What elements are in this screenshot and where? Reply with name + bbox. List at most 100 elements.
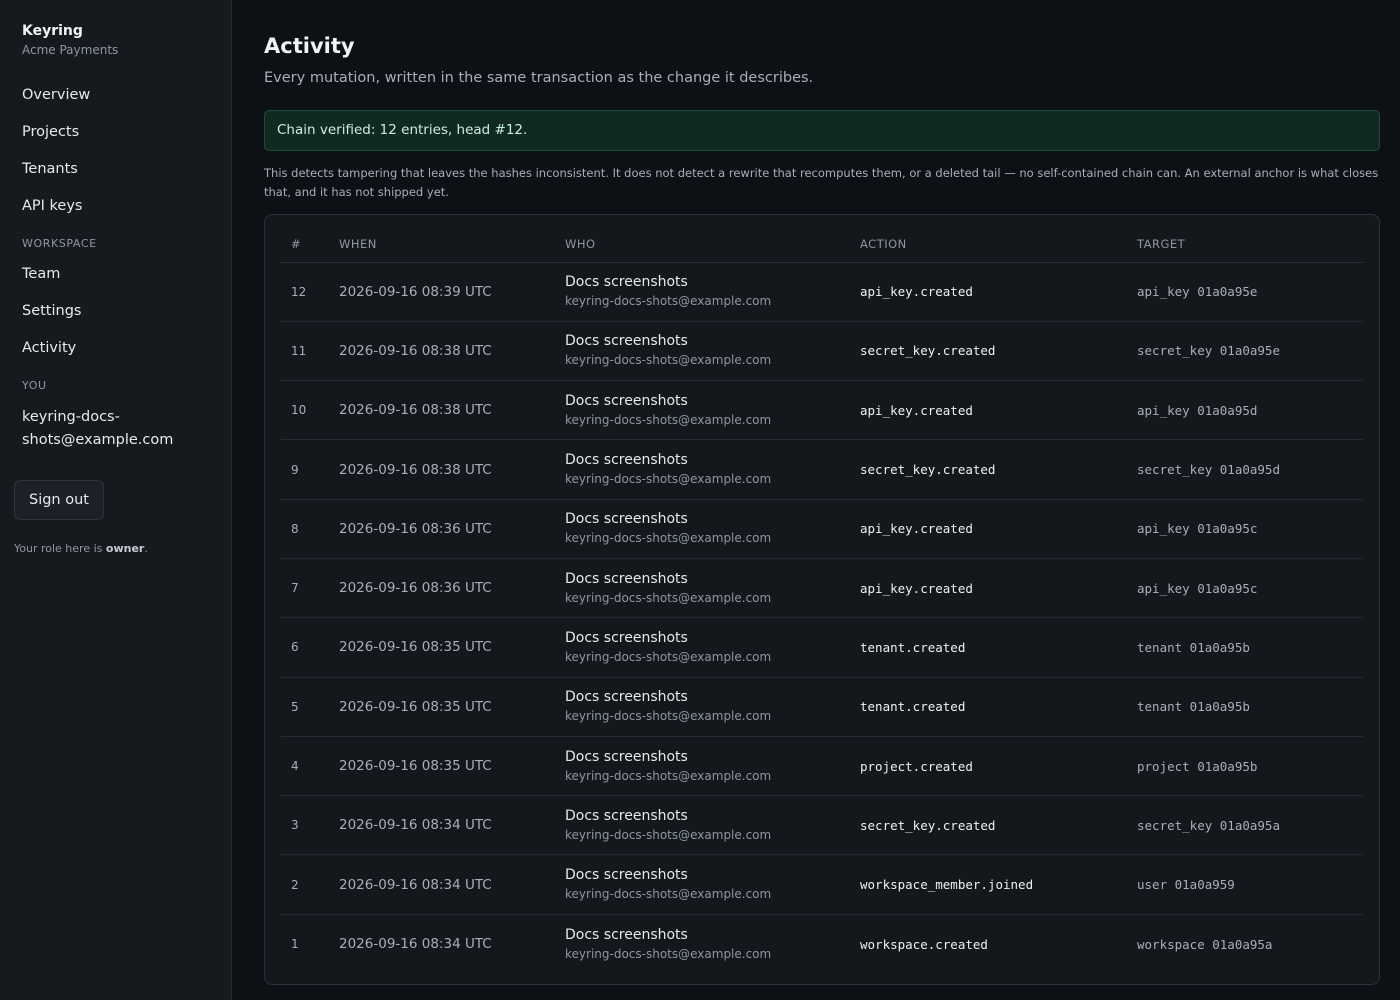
entry-number: 1 xyxy=(291,937,299,952)
entry-who: Docs screenshots keyring-docs-shots@examp… xyxy=(555,854,850,915)
table-row: 1 2026-09-16 08:34 UTC Docs screenshots key… xyxy=(281,914,1363,973)
entry-who: Docs screenshots keyring-docs-shots@examp… xyxy=(555,380,850,441)
entry-when: 2026-09-16 08:34 UTC xyxy=(339,936,492,953)
table-row: 11 2026-09-16 08:38 UTC Docs screenshots ke… xyxy=(281,321,1363,382)
column-header-who: WHO xyxy=(555,227,850,263)
column-header-target: TARGET xyxy=(1127,227,1363,263)
who-email: keyring-docs-shots@example.com xyxy=(565,709,772,724)
entry-when: 2026-09-16 08:36 UTC xyxy=(329,499,555,559)
entry-when: 2026-09-16 08:38 UTC xyxy=(329,321,555,382)
entry-when: 2026-09-16 08:34 UTC xyxy=(329,854,555,915)
nav-item-tenants[interactable]: Tenants xyxy=(14,159,217,196)
nav-item-team[interactable]: Team xyxy=(14,264,217,301)
who-name: Docs screenshots xyxy=(565,926,688,943)
who-email: keyring-docs-shots@example.com xyxy=(565,887,772,902)
entry-action: api_key.created xyxy=(850,558,1127,619)
entry-number: 8 xyxy=(281,499,329,559)
who-email: keyring-docs-shots@example.com xyxy=(565,946,772,961)
table-row: 10 2026-09-16 08:38 UTC Docs screenshots ke… xyxy=(281,380,1363,441)
role-note: Your role here is owner. xyxy=(14,542,217,555)
role-prefix: Your role here is xyxy=(14,542,106,555)
activity-table-card: # WHEN WHO ACTION TARGET 12 2026-09-16 08… xyxy=(264,214,1380,985)
entry-who: Docs screenshots keyring-docs-shots@examp… xyxy=(555,321,850,382)
table-row: 12 2026-09-16 08:39 UTC Docs screenshots ke… xyxy=(281,262,1363,322)
column-header-number: # xyxy=(281,227,329,263)
who-email: keyring-docs-shots@example.com xyxy=(565,531,772,546)
entry-target: api_key 01a0a95d xyxy=(1127,380,1363,441)
column-header-action: ACTION xyxy=(850,227,1127,263)
nav-item-projects[interactable]: Projects xyxy=(14,122,217,159)
entry-who: Docs screenshots keyring-docs-shots@examp… xyxy=(555,558,850,619)
entry-number: 10 xyxy=(281,380,329,441)
entry-action: workspace.created xyxy=(860,936,988,952)
entry-target: tenant 01a0a95b xyxy=(1127,677,1363,737)
who-email: keyring-docs-shots@example.com xyxy=(565,827,772,842)
entry-who: Docs screenshots keyring-docs-shots@examp… xyxy=(555,617,850,678)
who-email: keyring-docs-shots@example.com xyxy=(565,353,772,368)
nav-item-settings[interactable]: Settings xyxy=(14,301,217,338)
table-row: 5 2026-09-16 08:35 UTC Docs screenshots key… xyxy=(281,677,1363,737)
entry-when: 2026-09-16 08:36 UTC xyxy=(329,558,555,619)
table-row: 3 2026-09-16 08:34 UTC Docs screenshots key… xyxy=(281,795,1363,856)
who-name: Docs screenshots xyxy=(565,629,688,646)
entry-number: 3 xyxy=(281,795,329,856)
entry-when: 2026-09-16 08:35 UTC xyxy=(329,617,555,678)
entry-target: project 01a0a95b xyxy=(1127,736,1363,797)
entry-target: secret_key 01a0a95e xyxy=(1127,321,1363,382)
entry-who: Docs screenshots keyring-docs-shots@examp… xyxy=(555,677,850,737)
you-section-label: YOU xyxy=(22,379,47,392)
entry-action: api_key.created xyxy=(850,380,1127,441)
page-title: Activity xyxy=(264,34,355,58)
entry-target: secret_key 01a0a95a xyxy=(1127,795,1363,856)
who-email: keyring-docs-shots@example.com xyxy=(565,768,772,783)
entry-number: 12 xyxy=(281,262,329,322)
entry-target: user 01a0a959 xyxy=(1127,854,1363,915)
entry-who: Docs screenshots keyring-docs-shots@examp… xyxy=(555,914,850,973)
nav-item-activity[interactable]: Activity xyxy=(14,338,217,375)
who-name: Docs screenshots xyxy=(565,748,688,765)
nav-item-overview[interactable]: Overview xyxy=(14,85,217,122)
sign-out-button[interactable]: Sign out xyxy=(14,480,104,520)
entry-action: project.created xyxy=(850,736,1127,797)
entry-who: Docs screenshots keyring-docs-shots@examp… xyxy=(555,795,850,856)
entry-when: 2026-09-16 08:35 UTC xyxy=(329,736,555,797)
who-name: Docs screenshots xyxy=(565,570,688,587)
app-name: Keyring xyxy=(22,23,83,39)
nav-item-api-keys[interactable]: API keys xyxy=(14,196,217,233)
entry-when: 2026-09-16 08:34 UTC xyxy=(329,795,555,856)
org-name: Acme Payments xyxy=(22,43,119,57)
workspace-section-label: WORKSPACE xyxy=(22,237,97,250)
who-name: Docs screenshots xyxy=(565,392,688,409)
activity-table-body: 12 2026-09-16 08:39 UTC Docs screenshots ke… xyxy=(281,262,1363,974)
entry-target: secret_key 01a0a95d xyxy=(1127,439,1363,500)
entry-action: secret_key.created xyxy=(850,439,1127,500)
table-row: 7 2026-09-16 08:36 UTC Docs screenshots key… xyxy=(281,558,1363,619)
who-name: Docs screenshots xyxy=(565,333,688,350)
who-name: Docs screenshots xyxy=(565,689,688,706)
entry-target: workspace 01a0a95a xyxy=(1137,936,1273,952)
entry-when: 2026-09-16 08:38 UTC xyxy=(329,439,555,500)
table-header-row: # WHEN WHO ACTION TARGET xyxy=(281,227,1363,263)
table-row: 8 2026-09-16 08:36 UTC Docs screenshots key… xyxy=(281,499,1363,559)
table-row: 6 2026-09-16 08:35 UTC Docs screenshots key… xyxy=(281,617,1363,678)
who-name: Docs screenshots xyxy=(565,274,688,291)
entry-when: 2026-09-16 08:39 UTC xyxy=(329,262,555,322)
entry-number: 5 xyxy=(281,677,329,737)
column-header-when: WHEN xyxy=(329,227,555,263)
entry-target: api_key 01a0a95e xyxy=(1127,262,1363,322)
who-email: keyring-docs-shots@example.com xyxy=(565,412,772,427)
entry-target: api_key 01a0a95c xyxy=(1127,499,1363,559)
entry-action: tenant.created xyxy=(850,617,1127,678)
sidebar: Keyring Acme Payments Overview Projects … xyxy=(0,0,232,1000)
table-row: 4 2026-09-16 08:35 UTC Docs screenshots key… xyxy=(281,736,1363,797)
who-email: keyring-docs-shots@example.com xyxy=(565,294,772,309)
entry-number: 4 xyxy=(281,736,329,797)
who-name: Docs screenshots xyxy=(565,867,688,884)
who-email: keyring-docs-shots@example.com xyxy=(565,649,772,664)
workspace-nav: Team Settings Activity xyxy=(14,264,217,375)
activity-table: # WHEN WHO ACTION TARGET 12 2026-09-16 08… xyxy=(281,227,1363,974)
chain-verified-banner: Chain verified: 12 entries, head #12. xyxy=(264,110,1380,151)
entry-number: 2 xyxy=(281,854,329,915)
who-name: Docs screenshots xyxy=(565,452,688,469)
role-value: owner xyxy=(105,542,145,555)
